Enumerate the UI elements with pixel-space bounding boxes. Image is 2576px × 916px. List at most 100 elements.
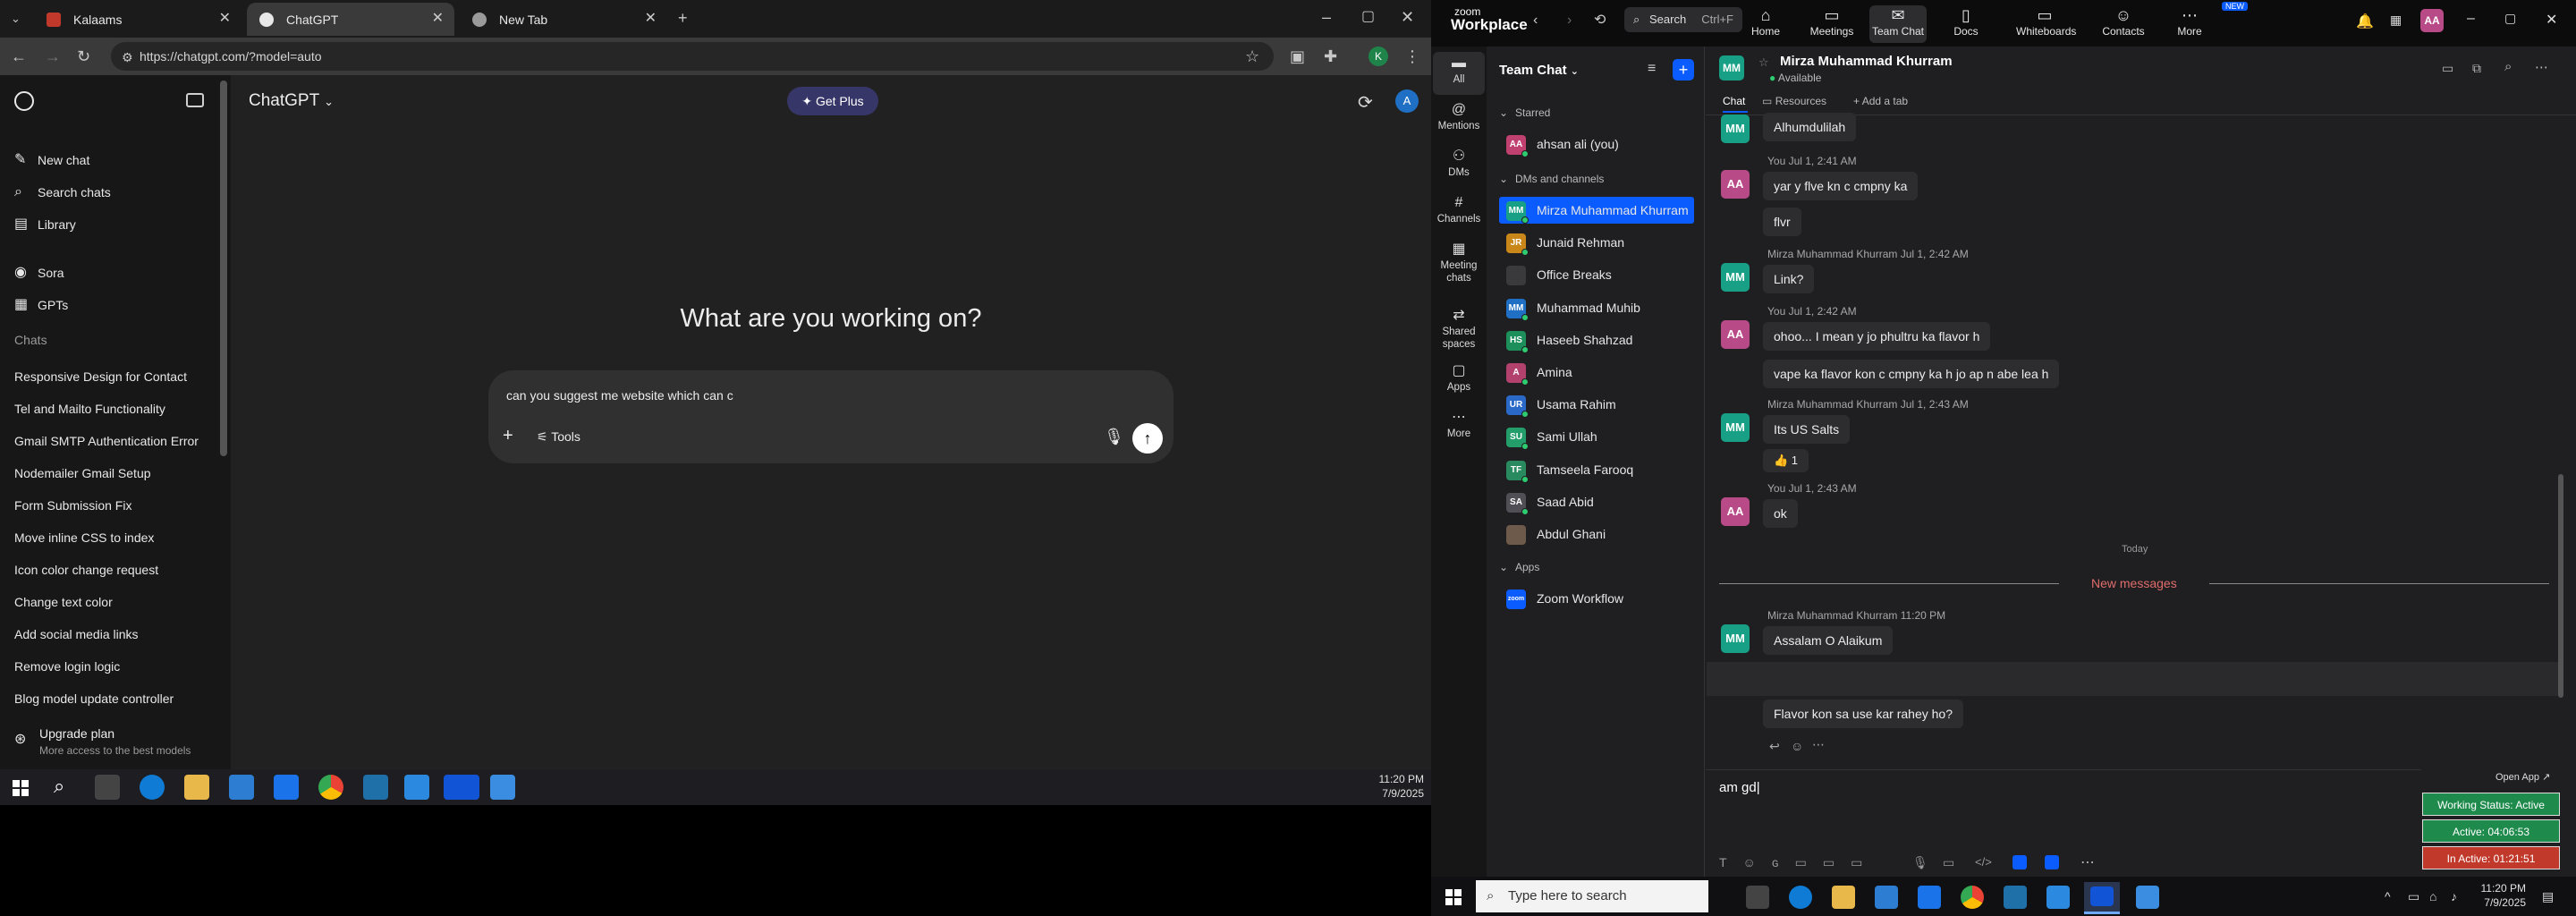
message-bubble[interactable]: Its US Salts (1763, 415, 1851, 444)
contact-row[interactable]: A Amina (1499, 359, 1694, 386)
user-avatar[interactable]: A (1395, 89, 1419, 113)
forward-arrow-icon[interactable]: → (45, 48, 61, 64)
sidebar-item-library[interactable]: ▤ Library (0, 209, 224, 240)
contact-avatar[interactable]: MM (1719, 55, 1744, 81)
volume-icon[interactable]: ♪ (2451, 889, 2457, 903)
extension-icon[interactable]: ▣ (1290, 48, 1305, 64)
prompt-input[interactable]: can you suggest me website which can c (506, 388, 733, 403)
message-bubble[interactable]: vape ka flavor kon c cmpny ka h jo ap n … (1763, 360, 2060, 388)
chat-history-item[interactable]: Remove login logic (0, 651, 224, 682)
zoom-app-icon[interactable] (2012, 855, 2027, 869)
sender-avatar[interactable]: AA (1721, 320, 1750, 349)
chat-history-item[interactable]: Move inline CSS to index (0, 522, 224, 553)
rail-mentions[interactable]: @ Mentions (1431, 100, 1487, 132)
tab-kalaams[interactable]: Kalaams ✕ (34, 3, 242, 36)
send-button[interactable]: ↑ (1132, 423, 1163, 454)
maximize-icon[interactable]: ▢ (2504, 11, 2516, 26)
tools-button[interactable]: ⚟ Tools (537, 429, 580, 445)
status-widget[interactable]: Active: 04:06:53 (2422, 819, 2560, 843)
clock-time[interactable]: 11:20 PM (1368, 773, 1424, 785)
task-view-icon[interactable] (95, 775, 120, 800)
back-arrow-icon[interactable]: ← (11, 48, 27, 64)
windows-start-icon[interactable] (13, 780, 29, 796)
notifications-icon[interactable]: ▤ (2542, 889, 2554, 904)
chat-history-item[interactable]: Responsive Design for Contact (0, 361, 224, 392)
compose-plus-button[interactable]: + (1673, 59, 1694, 81)
minimize-icon[interactable]: – (2467, 11, 2475, 27)
code-icon[interactable]: </> (1975, 855, 1992, 869)
windows-start-icon[interactable] (1445, 889, 1462, 905)
window-close-icon[interactable]: ✕ (2546, 11, 2557, 29)
rail-channels[interactable]: # Channels (1431, 193, 1487, 225)
emoji-react-icon[interactable]: ☺ (1791, 739, 1803, 753)
reload-icon[interactable]: ↻ (77, 48, 90, 64)
contact-row[interactable]: MM Muhammad Muhib (1499, 294, 1694, 321)
new-tab-plus-icon[interactable]: + (678, 10, 688, 26)
zoom-taskbar-icon[interactable] (444, 775, 479, 800)
app-icon[interactable] (363, 775, 388, 800)
chrome-icon[interactable] (1961, 886, 1984, 909)
microphone-icon[interactable]: 🎙 (1104, 428, 1124, 446)
zoom-search-box[interactable]: ⌕ Search Ctrl+F (1624, 7, 1742, 32)
sidebar-item-search-chats[interactable]: ⌕ Search chats (0, 177, 224, 208)
tab-search-icon[interactable]: ⌄ (11, 11, 21, 27)
upgrade-plan-button[interactable]: ⊛ Upgrade plan More access to the best m… (0, 721, 224, 764)
profile-avatar[interactable]: K (1368, 47, 1388, 66)
chat-history-item[interactable]: Blog model update controller (0, 683, 224, 714)
screen-share-icon[interactable]: ⧉ (2472, 61, 2481, 76)
mail-icon[interactable] (274, 775, 299, 800)
contact-row[interactable]: JR Junaid Rehman (1499, 229, 1694, 257)
url-bar[interactable]: https://chatgpt.com/?model=auto (111, 42, 1274, 71)
minimize-icon[interactable]: – (1322, 9, 1331, 25)
apps-section[interactable]: ⌄ Apps (1499, 558, 1539, 576)
dms-section[interactable]: ⌄ DMs and channels (1499, 170, 1604, 188)
add-attachment-icon[interactable]: + (503, 426, 513, 446)
sidebar-scrollbar[interactable] (220, 81, 227, 456)
contact-row[interactable]: MM Mirza Muhammad Khurram (1499, 197, 1694, 224)
contact-row[interactable]: UR Usama Rahim (1499, 391, 1694, 419)
history-icon[interactable]: ⟲ (1594, 11, 1606, 29)
search-icon[interactable]: ⌕ (54, 775, 64, 798)
site-info-icon[interactable]: ⚙ (122, 49, 133, 65)
chat-history-item[interactable]: Icon color change request (0, 555, 224, 585)
message-bubble[interactable]: Link? (1763, 265, 1815, 293)
microphone-icon[interactable]: 🎙 (1912, 855, 1928, 870)
chat-history-item[interactable]: Add social media links (0, 619, 224, 649)
browser-menu-icon[interactable]: ⋮ (1404, 48, 1420, 64)
back-arrow-icon[interactable]: ‹ (1533, 13, 1538, 29)
tab-add[interactable]: + Add a tab (1853, 95, 1908, 107)
tray-overflow-icon[interactable]: ^ (2385, 889, 2391, 903)
task-view-icon[interactable] (1746, 886, 1769, 909)
battery-icon[interactable]: ▭ (2408, 889, 2419, 904)
vscode-icon[interactable] (2046, 886, 2070, 909)
message-input[interactable]: am gd| (1719, 780, 1760, 795)
message-bubble[interactable]: flvr (1763, 208, 1801, 236)
calendar-icon[interactable]: ▦ (2390, 13, 2402, 28)
rail-apps[interactable]: ▢ Apps (1431, 361, 1487, 394)
sidebar-item-new-chat[interactable]: ✎ New chat (0, 145, 224, 175)
vscode-icon[interactable] (404, 775, 429, 800)
temporary-chat-icon[interactable]: ⟳ (1358, 91, 1373, 114)
message-bubble[interactable]: 👍 1 (1763, 449, 1809, 472)
taskbar-search-box[interactable]: ⌕ Type here to search (1476, 880, 1708, 912)
nav-meetings[interactable]: ▭ Meetings (1803, 5, 1860, 43)
reply-icon[interactable]: ↩ (1769, 739, 1780, 754)
sidebar-item-gpts[interactable]: ▦ GPTs (0, 290, 224, 320)
message-bubble[interactable]: Alhumdulilah (1763, 113, 1857, 141)
status-widget[interactable]: In Active: 01:21:51 (2422, 846, 2560, 869)
prompt-composer[interactable] (488, 370, 1174, 463)
close-icon[interactable]: ✕ (432, 12, 444, 26)
maximize-icon[interactable]: ▢ (1361, 9, 1375, 25)
file-explorer-icon[interactable] (1832, 886, 1855, 909)
nav-home[interactable]: ⌂ Home (1737, 5, 1794, 43)
tab-chat[interactable]: Chat (1723, 95, 1745, 107)
contact-row[interactable]: SA Saad Abid (1499, 488, 1694, 515)
tab-resources[interactable]: ▭ Resources (1762, 95, 1826, 107)
extensions-puzzle-icon[interactable]: ✚ (1324, 48, 1337, 64)
rail-dms[interactable]: ⚇ DMs (1431, 147, 1487, 179)
zoom-app-icon[interactable] (2045, 855, 2059, 869)
more-options-icon[interactable]: ⋯ (2535, 59, 2548, 75)
contact-row[interactable]: Office Breaks (1499, 261, 1694, 288)
sender-avatar[interactable]: MM (1721, 263, 1750, 292)
message-bubble[interactable]: ohoo... I mean y jo phultru ka flavor h (1763, 322, 1991, 351)
